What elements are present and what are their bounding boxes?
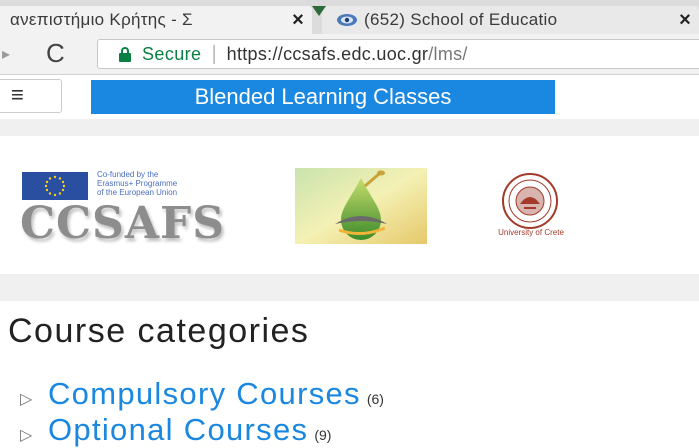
- forward-icon[interactable]: ▸: [2, 44, 10, 64]
- page-header: ≡ Blended Learning Classes: [0, 75, 699, 119]
- category-link-optional[interactable]: Optional Courses: [48, 412, 308, 448]
- erasmus-line: of the European Union: [97, 188, 178, 197]
- ccsafs-wordmark: CCSAFS: [20, 198, 225, 249]
- erasmus-caption: Co-funded by the Erasmus+ Programme of t…: [97, 170, 267, 197]
- list-item: ▷ Optional Courses (9): [20, 412, 384, 448]
- seal-icon: [502, 173, 558, 229]
- erasmus-line: Co-funded by the: [97, 170, 159, 179]
- erasmus-line: Erasmus+ Programme: [97, 179, 178, 188]
- eye-logo-icon: [336, 13, 357, 27]
- site-title[interactable]: Blended Learning Classes: [91, 80, 555, 114]
- uoc-caption: University of Crete: [498, 228, 564, 237]
- secure-label: Secure: [142, 43, 202, 64]
- close-icon[interactable]: ×: [671, 9, 699, 32]
- tab-university-of-crete[interactable]: ανεπιστήμιο Κρήτης - Σ ×: [0, 6, 312, 34]
- hamburger-icon: ≡: [11, 82, 24, 107]
- tab-school-of-education[interactable]: (652) School of Educatio ×: [322, 6, 699, 34]
- category-link-compulsory[interactable]: Compulsory Courses: [48, 376, 361, 412]
- reload-icon[interactable]: C: [46, 38, 65, 69]
- course-count: (6): [366, 391, 384, 407]
- drop-logo: [295, 168, 427, 244]
- header-band: [0, 119, 699, 136]
- page-title: Course categories: [8, 312, 310, 350]
- tab-divider: [312, 6, 326, 16]
- url-host: https://ccsafs.edc.uoc.gr: [226, 43, 429, 64]
- university-of-crete-logo: University of Crete: [466, 172, 596, 244]
- tab-title: (652) School of Educatio: [364, 10, 558, 29]
- content-band: [0, 274, 699, 301]
- expand-arrow-icon[interactable]: ▷: [20, 425, 48, 445]
- url-text: https://ccsafs.edc.uoc.gr/lms/: [227, 44, 468, 65]
- menu-button[interactable]: ≡: [0, 79, 62, 113]
- close-icon[interactable]: ×: [284, 9, 312, 32]
- lock-icon: [119, 47, 131, 62]
- course-count: (9): [314, 427, 332, 443]
- address-bar[interactable]: Secure | https://ccsafs.edc.uoc.gr/lms/: [97, 39, 699, 69]
- erasmus-ccsafs-logo: Co-funded by the Erasmus+ Programme of t…: [20, 168, 260, 249]
- tab-title: ανεπιστήμιο Κρήτης - Σ: [10, 10, 193, 29]
- tab-strip: ανεπιστήμιο Κρήτης - Σ × (652) School of…: [0, 0, 699, 34]
- expand-arrow-icon[interactable]: ▷: [20, 389, 48, 409]
- url-path: /lms/: [428, 43, 468, 64]
- eu-flag-icon: [22, 172, 88, 200]
- separator: |: [211, 42, 217, 65]
- category-list: ▷ Compulsory Courses (6) ▷ Optional Cour…: [20, 376, 384, 448]
- list-item: ▷ Compulsory Courses (6): [20, 376, 384, 412]
- address-toolbar: ▸ C Secure | https://ccsafs.edc.uoc.gr/l…: [0, 34, 699, 75]
